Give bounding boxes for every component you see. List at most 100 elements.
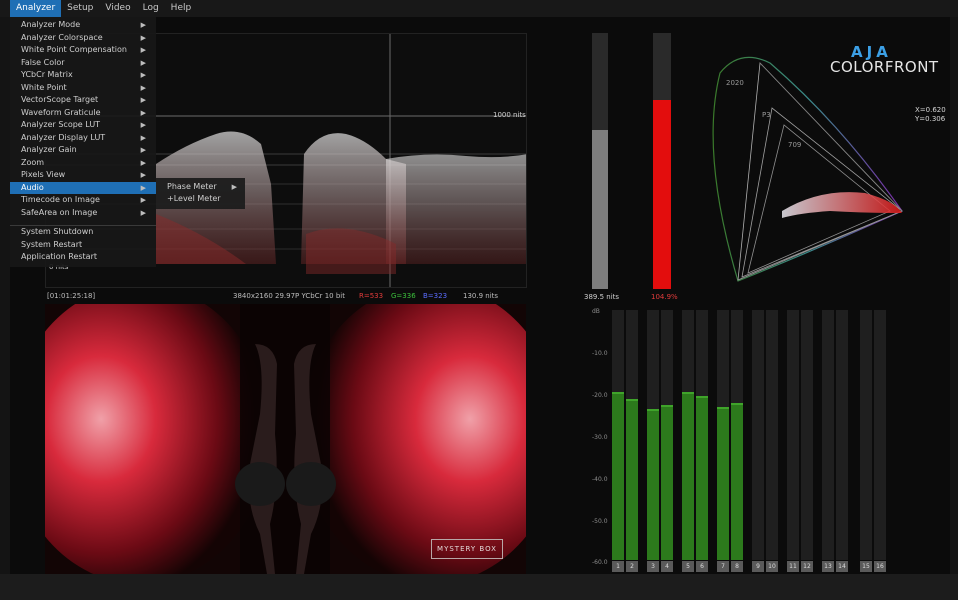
menu-item-analyzer-mode[interactable]: Analyzer Mode ▶ [10,19,156,32]
audio-channel-number: 9 [752,561,764,572]
audio-channel-number: 12 [801,561,813,572]
menu-item-label: VectorScope Target [21,95,99,104]
menu-item-white-point[interactable]: White Point ▶ [10,82,156,95]
db-scale-label: -10.0 [592,350,608,357]
submenu-item-label: Phase Meter [167,182,217,191]
menu-item-label: Waveform Graticule [21,107,101,117]
menu-item-analyzer-gain[interactable]: Analyzer Gain ▶ [10,144,156,157]
menu-item-waveform-graticule[interactable]: Waveform Graticule ▶ [10,107,156,120]
menu-item-timecode-on-image[interactable]: Timecode on Image ▶ [10,194,156,207]
menu-item-application-restart[interactable]: Application Restart [10,251,156,264]
menu-item-system-restart[interactable]: System Restart [10,239,156,252]
menu-item-label: White Point [21,82,67,92]
menu-item-analyzer-scope-lut[interactable]: Analyzer Scope LUT ▶ [10,119,156,132]
menubar-log[interactable]: Log [137,0,165,17]
audio-channel-meter-5 [682,310,694,560]
db-scale-label: -60.0 [592,559,608,566]
submenu-arrow-icon: ▶ [140,146,146,154]
db-scale-label: -20.0 [592,392,608,399]
submenu-arrow-icon: ▶ [140,58,146,67]
audio-channel-meter-4 [661,310,673,560]
audio-channel-meter-11 [787,310,799,560]
submenu-item-phase-meter[interactable]: Phase Meter ▶ [156,181,245,193]
submenu-arrow-icon: ▶ [140,21,146,29]
audio-channel-level [626,399,638,560]
menu-item-label: White Point Compensation [21,45,127,54]
menu-item-ycbcr-matrix[interactable]: YCbCr Matrix ▶ [10,69,156,82]
red-value: R=533 [359,292,384,300]
cie-label-709: 709 [788,141,801,149]
menu-item-analyzer-display-lut[interactable]: Analyzer Display LUT ▶ [10,132,156,145]
aja-colorfront-logo: AJA COLORFRONT [830,43,948,79]
menu-item-safearea-on-image[interactable]: SafeArea on Image ▶ [10,207,156,220]
audio-channel-number: 8 [731,561,743,572]
menu-item-label: Analyzer Gain [21,145,77,154]
audio-channel-meter-16 [874,310,886,560]
submenu-arrow-icon: ▶ [140,46,146,54]
audio-channel-meter-13 [822,310,834,560]
luminance-meter-value: 389.5 nits [584,293,620,301]
menu-item-label: Zoom [21,157,45,167]
submenu-arrow-icon: ▶ [140,158,146,167]
video-format: 3840x2160 29.97P YCbCr 10 bit [233,292,345,300]
audio-channel-level [612,392,624,560]
audio-channel-level [731,403,743,560]
timecode: [01:01:25:18] [47,292,96,300]
submenu-arrow-icon: ▶ [231,183,237,191]
audio-channel-number: 13 [822,561,834,572]
analyzer-menu: Analyzer Mode ▶ Analyzer Colorspace ▶ White … [10,17,156,267]
luminance-meter-fill [592,130,608,289]
audio-channel-meter-6 [696,310,708,560]
audio-submenu: Phase Meter ▶ +Level Meter [156,178,245,209]
logo-product: COLORFRONT [830,58,939,76]
blue-value: B=323 [423,292,448,300]
menu-item-zoom[interactable]: Zoom ▶ [10,157,156,170]
db-scale-label: -30.0 [592,434,608,441]
video-overlay-logo: MYSTERY BOX [431,539,503,559]
menubar-help[interactable]: Help [165,0,198,17]
audio-channel-number: 4 [661,561,673,572]
audio-channel-meter-3 [647,310,659,560]
audio-channel-meter-12 [801,310,813,560]
menu-item-audio[interactable]: Audio ▶ [10,181,156,194]
menu-item-label: Timecode on Image [21,195,100,204]
cie-x-value: X=0.620 [915,106,946,114]
cie-label-p3: P3 [762,111,771,119]
menu-item-vectorscope-target[interactable]: VectorScope Target ▶ [10,94,156,107]
submenu-arrow-icon: ▶ [140,121,146,129]
menu-item-label: YCbCr Matrix [21,70,73,79]
submenu-item--level-meter[interactable]: +Level Meter [156,193,245,205]
menu-item-analyzer-colorspace[interactable]: Analyzer Colorspace ▶ [10,32,156,45]
audio-channel-meter-15 [860,310,872,560]
menu-item-label: False Color [21,57,65,67]
cie-y-value: Y=0.306 [915,115,946,123]
audio-channel-meter-7 [717,310,729,560]
audio-channel-level [682,392,694,560]
submenu-arrow-icon: ▶ [140,183,146,192]
menu-item-label: Analyzer Mode [21,20,81,29]
menubar-analyzer[interactable]: Analyzer [10,0,62,17]
menubar-video[interactable]: Video [99,0,136,17]
audio-channel-level [647,409,659,560]
menu-item-false-color[interactable]: False Color ▶ [10,57,156,70]
audio-channel-number: 5 [682,561,694,572]
menu-item-system-shutdown[interactable]: System Shutdown [10,226,156,239]
video-preview: MYSTERY BOX [45,304,526,574]
menu-item-white-point-compensation[interactable]: White Point Compensation ▶ [10,44,156,57]
menu-item-label: Audio [21,182,44,192]
audio-level-meters: dB -10.0 -20.0 -30.0 -40.0 -50.0 -60.0 1 2 3 4 5 6 7 8… [582,304,900,574]
audio-channel-number: 1 [612,561,624,572]
menu-item-label: Pixels View [21,170,66,179]
menu-item-pixels-view[interactable]: Pixels View ▶ [10,169,156,182]
submenu-item-label: +Level Meter [167,194,221,203]
red-meter-value: 104.9% [651,293,678,301]
status-row: [01:01:25:18] 3840x2160 29.97P YCbCr 10 … [45,291,527,303]
db-scale-label: dB [592,308,600,315]
cie-coordinates: X=0.620 Y=0.306 [915,106,946,124]
submenu-arrow-icon: ▶ [140,108,146,117]
audio-channel-meter-8 [731,310,743,560]
submenu-arrow-icon: ▶ [140,196,146,204]
menubar-setup[interactable]: Setup [61,0,99,17]
audio-channel-number: 11 [787,561,799,572]
submenu-arrow-icon: ▶ [140,171,146,179]
